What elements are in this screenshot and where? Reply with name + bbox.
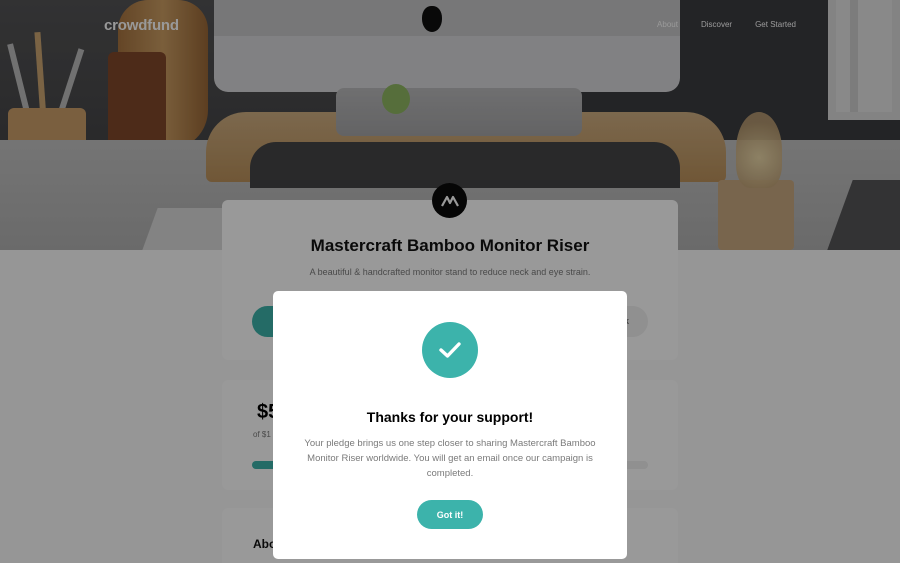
check-icon: [422, 322, 478, 378]
modal-title: Thanks for your support!: [366, 409, 534, 425]
got-it-button[interactable]: Got it!: [417, 500, 483, 529]
modal-body: Your pledge brings us one step closer to…: [304, 438, 596, 479]
success-modal: Thanks for your support! Your pledge bri…: [273, 291, 627, 559]
